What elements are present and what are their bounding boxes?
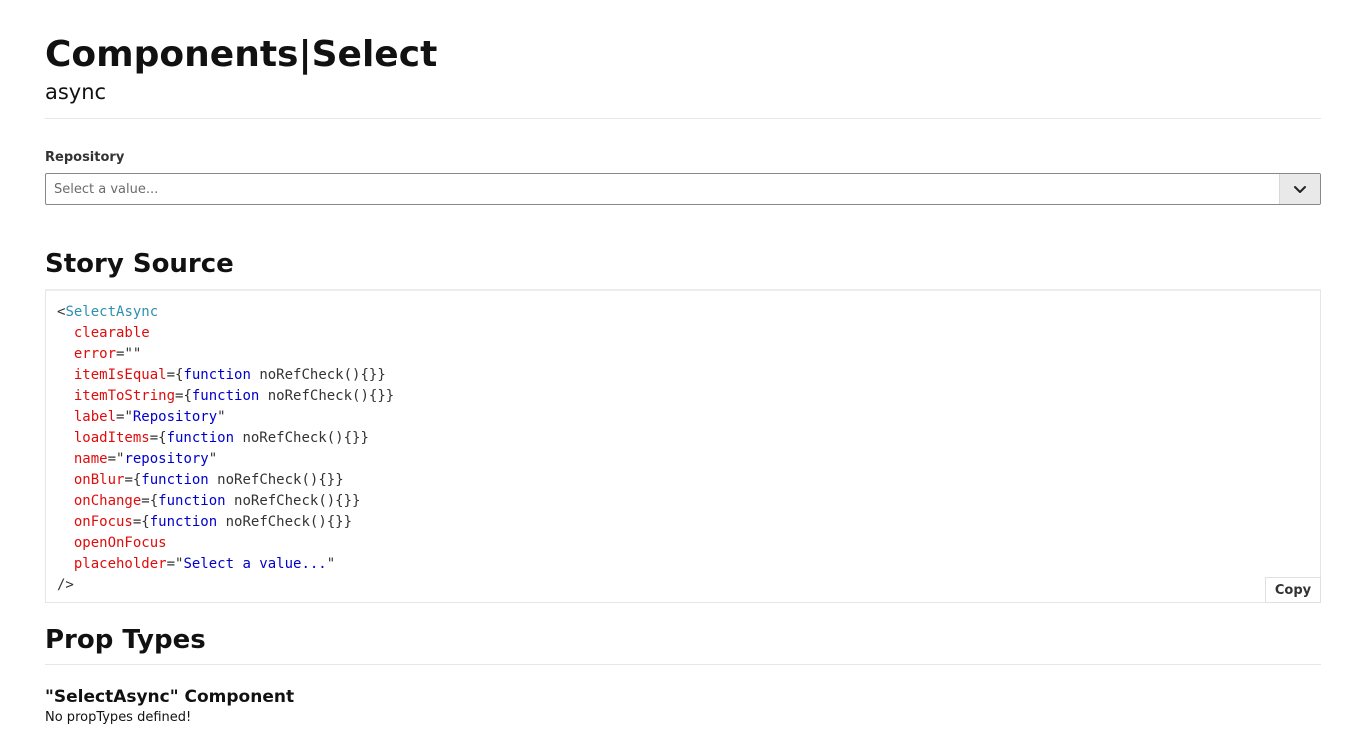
code-expression: noRefCheck(){} — [217, 472, 336, 488]
code-line-attribute: itemToString={function noRefCheck(){}} — [57, 386, 1320, 407]
code-attribute-name: placeholder — [73, 556, 167, 572]
code-attribute-name: openOnFocus — [73, 535, 167, 551]
code-attribute-name: clearable — [73, 325, 150, 341]
code-punctuation: } — [352, 493, 361, 509]
story-page: Components|Select async Repository Story… — [45, 0, 1321, 726]
select-toggle-button[interactable] — [1279, 174, 1320, 204]
code-string-value: Repository — [132, 409, 218, 425]
code-line-attribute: clearable — [57, 323, 1320, 344]
code-punctuation: } — [335, 472, 344, 488]
repository-select[interactable] — [45, 173, 1321, 205]
code-attribute-name: onBlur — [73, 472, 125, 488]
code-line-attribute: itemIsEqual={function noRefCheck(){}} — [57, 365, 1320, 386]
code-punctuation: } — [360, 430, 369, 446]
no-prop-types-message: No propTypes defined! — [45, 710, 192, 725]
code-punctuation: " — [208, 451, 218, 467]
code-string-value: repository — [124, 451, 209, 467]
repository-select-input[interactable] — [46, 174, 1279, 204]
code-attribute-name: error — [73, 346, 117, 362]
code-keyword: function — [183, 367, 251, 383]
story-source-title: Story Source — [45, 249, 234, 279]
code-punctuation: ={ — [141, 493, 159, 509]
code-attribute-name: loadItems — [73, 430, 150, 446]
code-expression: noRefCheck(){} — [225, 514, 344, 530]
code-punctuation: =" — [116, 409, 133, 425]
code-line-attribute: onChange={function noRefCheck(){}} — [57, 491, 1320, 512]
page-subtitle: async — [45, 80, 107, 104]
code-punctuation: } — [343, 514, 353, 530]
code-punctuation: ={ — [124, 472, 142, 488]
code-punctuation: =" — [116, 346, 133, 362]
prop-types-divider — [45, 664, 1321, 665]
code-punctuation: ={ — [175, 388, 192, 404]
code-punctuation: } — [385, 388, 395, 404]
code-line-attribute: name="repository" — [57, 449, 1320, 470]
code-punctuation: =" — [107, 451, 125, 467]
code-close-tag: /> — [57, 577, 74, 593]
code-punctuation: ={ — [166, 367, 184, 383]
story-source-code: <SelectAsync clearable error="" itemIsEq… — [45, 289, 1321, 603]
code-line-attribute: label="Repository" — [57, 407, 1320, 428]
code-line-attribute: onFocus={function noRefCheck(){}} — [57, 512, 1320, 533]
code-punctuation: " — [217, 409, 226, 425]
prop-types-title: Prop Types — [45, 625, 206, 655]
code-keyword: function — [158, 493, 226, 509]
code-punctuation: " — [132, 346, 142, 362]
chevron-down-icon — [1293, 180, 1307, 199]
header-divider — [45, 118, 1321, 119]
code-line-attribute: error="" — [57, 344, 1320, 365]
code-string-value: Select a value... — [183, 556, 327, 572]
code-punctuation: ={ — [132, 514, 150, 530]
code-component-name: SelectAsync — [65, 304, 159, 320]
code-attribute-name: onChange — [73, 493, 142, 509]
code-keyword: function — [149, 514, 218, 530]
code-punctuation: ={ — [149, 430, 167, 446]
code-attribute-name: label — [73, 409, 117, 425]
code-expression: noRefCheck(){} — [259, 367, 378, 383]
code-attribute-name: itemToString — [73, 388, 176, 404]
component-title: "SelectAsync" Component — [45, 687, 295, 707]
copy-button[interactable]: Copy — [1265, 577, 1321, 603]
code-punctuation: =" — [166, 556, 184, 572]
code-keyword: function — [141, 472, 209, 488]
code-expression: noRefCheck(){} — [234, 493, 353, 509]
code-punctuation: } — [377, 367, 386, 383]
page-title: Components|Select — [45, 34, 438, 75]
code-attribute-name: onFocus — [73, 514, 133, 530]
code-line-attribute: openOnFocus — [57, 533, 1320, 554]
code-line-attribute: loadItems={function noRefCheck(){}} — [57, 428, 1320, 449]
code-keyword: function — [166, 430, 235, 446]
code-attributes: clearable error="" itemIsEqual={function… — [57, 323, 1320, 575]
code-punctuation: " — [326, 556, 336, 572]
code-expression: noRefCheck(){} — [242, 430, 361, 446]
code-expression: noRefCheck(){} — [267, 388, 386, 404]
code-line-close-tag: /> — [57, 575, 1320, 596]
code-attribute-name: itemIsEqual — [73, 367, 167, 383]
code-line-attribute: placeholder="Select a value..." — [57, 554, 1320, 575]
code-line-attribute: onBlur={function noRefCheck(){}} — [57, 470, 1320, 491]
repository-field-label: Repository — [45, 150, 125, 165]
code-attribute-name: name — [73, 451, 108, 467]
code-line-open-tag: <SelectAsync — [57, 302, 1320, 323]
code-keyword: function — [191, 388, 260, 404]
